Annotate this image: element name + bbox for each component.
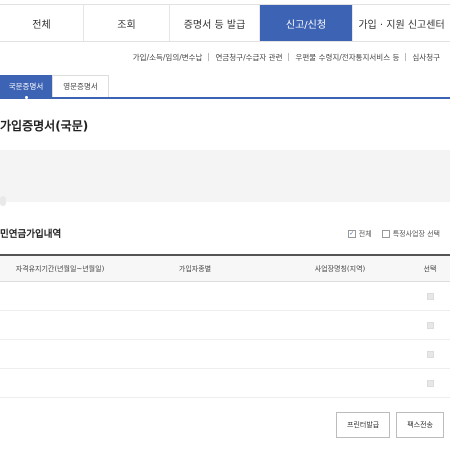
list-title: 민연금가입내역 <box>0 229 62 240</box>
row-select-checkbox[interactable] <box>426 350 434 358</box>
subnav-item-review-request[interactable]: 심사청구 <box>412 52 440 63</box>
top-navigation: 전체 조회 증명서 등 발급 신고/신청 가입 · 지원 신고센터 <box>0 4 450 42</box>
tab-korean-certificate-label: 국문증명서 <box>8 82 44 91</box>
sub-navigation: 가입/소득/임의/변수납 연금청구/수급자 관련 우편물 수령지/전자통지서비스… <box>133 50 440 64</box>
header-member-type: 가입자종별 <box>178 264 212 273</box>
action-buttons: 프린터발급 팩스전송 <box>336 412 444 438</box>
tab-english-certificate-label: 영문증명서 <box>63 82 98 91</box>
tab-english-certificate[interactable]: 영문증명서 <box>52 75 109 97</box>
subnav-item-enrollment[interactable]: 가입/소득/임의/변수납 <box>133 52 203 63</box>
table-header: 자격유지기간(년월일~년월일) 가입자종별 사업장명칭(지역) 선택 <box>0 256 450 282</box>
row-select-checkbox[interactable] <box>426 292 434 300</box>
tab-certificate-issue[interactable]: 증명서 등 발급 <box>170 5 260 41</box>
tab-report-apply[interactable]: 신고/신청 <box>260 5 353 41</box>
filter-group: ✓ 전체 특정사업장 선택 <box>347 229 440 239</box>
header-workplace: 사업장명칭(지역) <box>314 264 366 273</box>
section-title: 가입증명서(국문) <box>0 119 89 133</box>
tab-all[interactable]: 전체 <box>0 5 84 41</box>
info-panel <box>0 150 450 202</box>
subnav-divider <box>208 53 210 61</box>
header-period: 자격유지기간(년월일~년월일) <box>15 264 105 273</box>
table-row <box>0 369 450 398</box>
table-row <box>0 311 450 340</box>
subnav-divider <box>405 53 407 61</box>
decorative-mark <box>0 196 6 206</box>
fax-send-button[interactable]: 팩스전송 <box>396 412 444 438</box>
document-tabs: 국문증명서 영문증명서 <box>0 75 450 99</box>
filter-all-label: 전체 <box>358 230 372 238</box>
tab-inquiry[interactable]: 조회 <box>84 5 170 41</box>
filter-specific-checkbox[interactable] <box>381 230 390 238</box>
header-select: 선택 <box>423 264 437 273</box>
page: 전체 조회 증명서 등 발급 신고/신청 가입 · 지원 신고센터 가입/소득/… <box>0 0 450 450</box>
print-issue-button[interactable]: 프린터발급 <box>336 412 391 438</box>
tab-korean-certificate[interactable]: 국문증명서 <box>0 75 52 99</box>
table-row <box>0 282 450 311</box>
subnav-item-pension-claim[interactable]: 연금청구/수급자 관련 <box>215 52 282 63</box>
row-select-checkbox[interactable] <box>426 379 434 387</box>
row-select-checkbox[interactable] <box>426 321 434 329</box>
subnav-divider <box>288 53 290 61</box>
enrollment-table: 자격유지기간(년월일~년월일) 가입자종별 사업장명칭(지역) 선택 <box>0 254 450 398</box>
filter-all-checkbox[interactable]: ✓ <box>347 230 356 238</box>
tab-support-center[interactable]: 가입 · 지원 신고센터 <box>353 5 450 41</box>
subnav-item-mail-address[interactable]: 우편물 수령지/전자통지서비스 등 <box>295 52 399 63</box>
table-row <box>0 340 450 369</box>
filter-specific-label: 특정사업장 선택 <box>392 230 440 238</box>
active-indicator-dot <box>24 96 28 99</box>
